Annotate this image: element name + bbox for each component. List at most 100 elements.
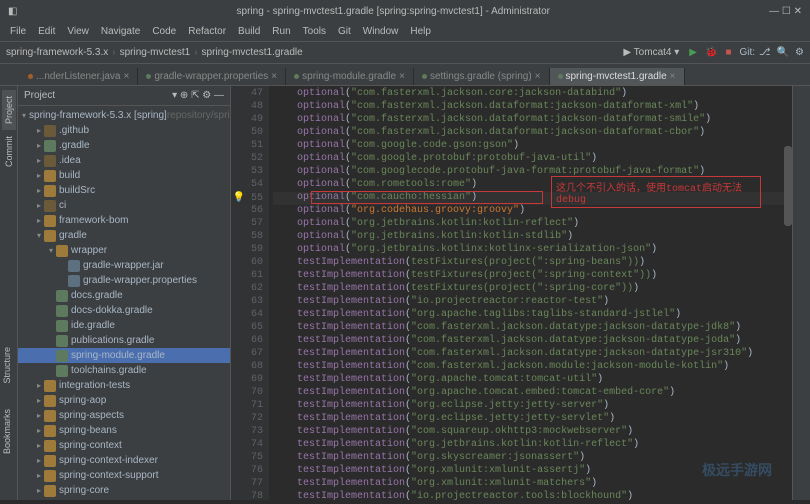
minimize-button[interactable]: — [769, 6, 779, 17]
tool-tab-bookmarks[interactable]: Bookmarks [0, 403, 14, 460]
editor-tab[interactable]: ...nderListener.java× [20, 68, 138, 85]
menu-window[interactable]: Window [357, 26, 405, 37]
tree-item[interactable]: ▸.idea [18, 153, 230, 168]
tree-item[interactable]: ▸ci [18, 198, 230, 213]
tree-item[interactable]: publications.gradle [18, 333, 230, 348]
tree-item[interactable]: spring-module.gradle [18, 348, 230, 363]
code-editor[interactable]: 4748495051525354💡 5556575859606162636465… [231, 86, 792, 500]
code-line[interactable]: optional("com.google.protobuf:protobuf-j… [273, 153, 792, 166]
tree-item[interactable]: ▸spring-context [18, 438, 230, 453]
code-line[interactable]: testImplementation(testFixtures(project(… [273, 283, 792, 296]
tree-item[interactable]: ▸spring-context-support [18, 468, 230, 483]
breadcrumb-item[interactable]: spring-framework-5.3.x [6, 47, 108, 58]
menu-navigate[interactable]: Navigate [95, 26, 146, 37]
tree-item[interactable]: ▸.gradle [18, 138, 230, 153]
tree-item[interactable]: ▸spring-context-indexer [18, 453, 230, 468]
panel-settings-icon[interactable]: ⚙ [202, 90, 211, 101]
menu-run[interactable]: Run [266, 26, 296, 37]
breadcrumb[interactable]: spring-framework-5.3.x›spring-mvctest1›s… [6, 47, 303, 58]
code-line[interactable]: testImplementation("io.projectreactor.to… [273, 491, 792, 504]
tree-item[interactable]: docs-dokka.gradle [18, 303, 230, 318]
tree-item[interactable]: ▸spring-core [18, 483, 230, 498]
code-line[interactable]: optional("org.jetbrains.kotlin:kotlin-st… [273, 231, 792, 244]
tree-item[interactable]: ▾wrapper [18, 243, 230, 258]
menu-file[interactable]: File [4, 26, 32, 37]
menu-view[interactable]: View [61, 26, 95, 37]
editor-tab[interactable]: settings.gradle (spring)× [414, 68, 550, 85]
scrollbar-thumb[interactable] [784, 146, 792, 226]
gutter[interactable]: 4748495051525354💡 5556575859606162636465… [231, 86, 269, 500]
menu-code[interactable]: Code [146, 26, 182, 37]
tool-tab-project[interactable]: Project [2, 90, 16, 130]
hide-panel-icon[interactable]: — [214, 90, 224, 101]
code-line[interactable]: testImplementation("org.eclipse.jetty:je… [273, 413, 792, 426]
code-line[interactable]: testImplementation("com.squareup.okhttp3… [273, 426, 792, 439]
project-panel-dropdown-icon[interactable]: ▾ [172, 90, 177, 101]
tool-tab-structure[interactable]: Structure [0, 341, 14, 390]
tree-item[interactable]: ▸spring-beans [18, 423, 230, 438]
code-line[interactable]: testImplementation("org.apache.tomcat.em… [273, 387, 792, 400]
code-line[interactable]: optional("com.fasterxml.jackson.dataform… [273, 127, 792, 140]
settings-icon[interactable]: ⚙ [795, 47, 804, 58]
tree-item[interactable]: ▾gradle [18, 228, 230, 243]
tree-item[interactable]: toolchains.gradle [18, 363, 230, 378]
code-line[interactable]: testImplementation("org.apache.tomcat:to… [273, 374, 792, 387]
breadcrumb-item[interactable]: spring-mvctest1.gradle [202, 47, 303, 58]
tool-tab-commit[interactable]: Commit [2, 130, 16, 173]
tree-item[interactable]: gradle-wrapper.jar [18, 258, 230, 273]
menu-tools[interactable]: Tools [297, 26, 332, 37]
code-line[interactable]: testImplementation(testFixtures(project(… [273, 270, 792, 283]
tree-item[interactable]: ide.gradle [18, 318, 230, 333]
menu-build[interactable]: Build [232, 26, 266, 37]
close-tab-icon[interactable]: × [399, 71, 405, 82]
code-line[interactable]: optional("com.fasterxml.jackson.core:jac… [273, 88, 792, 101]
menu-refactor[interactable]: Refactor [182, 26, 232, 37]
code-line[interactable]: testImplementation("com.fasterxml.jackso… [273, 335, 792, 348]
menu-edit[interactable]: Edit [32, 26, 61, 37]
stop-button[interactable]: ■ [721, 47, 735, 58]
close-tab-icon[interactable]: × [271, 71, 277, 82]
tree-item[interactable]: ▸framework-bom [18, 213, 230, 228]
code-line[interactable]: testImplementation("org.apache.taglibs:t… [273, 309, 792, 322]
tree-item[interactable]: docs.gradle [18, 288, 230, 303]
run-config-selector[interactable]: ▶ Tomcat4 ▾ [617, 47, 685, 58]
project-tree[interactable]: ▾spring-framework-5.3.x [spring] reposit… [18, 106, 230, 500]
code-line[interactable]: optional("org.jetbrains.kotlinx:kotlinx-… [273, 244, 792, 257]
code-area[interactable]: optional("com.fasterxml.jackson.core:jac… [269, 86, 792, 500]
tree-item[interactable]: ▸spring-aspects [18, 408, 230, 423]
menu-git[interactable]: Git [332, 26, 357, 37]
git-branch-icon[interactable]: ⎇ [759, 47, 771, 58]
code-line[interactable]: testImplementation("org.jetbrains.kotlin… [273, 439, 792, 452]
menu-help[interactable]: Help [404, 26, 437, 37]
tree-item[interactable]: ▸spring-aop [18, 393, 230, 408]
code-line[interactable]: testImplementation("com.fasterxml.jackso… [273, 361, 792, 374]
code-line[interactable]: testImplementation("io.projectreactor:re… [273, 296, 792, 309]
close-tab-icon[interactable]: × [124, 71, 130, 82]
select-opened-file-icon[interactable]: ⊕ [180, 90, 188, 101]
code-line[interactable]: optional("com.fasterxml.jackson.dataform… [273, 114, 792, 127]
code-line[interactable]: testImplementation(testFixtures(project(… [273, 257, 792, 270]
code-line[interactable]: testImplementation("org.eclipse.jetty:je… [273, 400, 792, 413]
maximize-button[interactable]: ☐ [782, 6, 791, 17]
debug-button[interactable]: 🐞 [701, 47, 721, 58]
tree-item[interactable]: ▾spring-framework-5.3.x [spring] reposit… [18, 108, 230, 123]
tree-item[interactable]: ▸.github [18, 123, 230, 138]
breadcrumb-item[interactable]: spring-mvctest1 [120, 47, 191, 58]
close-button[interactable]: ✕ [794, 6, 802, 17]
code-line[interactable]: optional("org.jetbrains.kotlin:kotlin-re… [273, 218, 792, 231]
code-line[interactable]: optional("com.fasterxml.jackson.dataform… [273, 101, 792, 114]
tree-item[interactable]: ▸build [18, 168, 230, 183]
editor-tab[interactable]: spring-mvctest1.gradle× [550, 68, 685, 85]
code-line[interactable]: testImplementation("com.fasterxml.jackso… [273, 322, 792, 335]
collapse-all-icon[interactable]: ⇱ [191, 90, 199, 101]
search-icon[interactable]: 🔍 [771, 47, 795, 58]
code-line[interactable]: testImplementation("com.fasterxml.jackso… [273, 348, 792, 361]
tree-item[interactable]: ▸buildSrc [18, 183, 230, 198]
code-line[interactable]: optional("com.google.code.gson:gson") [273, 140, 792, 153]
tree-item[interactable]: ▸integration-tests [18, 378, 230, 393]
editor-tab[interactable]: gradle-wrapper.properties× [138, 68, 286, 85]
close-tab-icon[interactable]: × [535, 71, 541, 82]
close-tab-icon[interactable]: × [670, 71, 676, 82]
tree-item[interactable]: gradle-wrapper.properties [18, 273, 230, 288]
editor-tab[interactable]: spring-module.gradle× [286, 68, 414, 85]
